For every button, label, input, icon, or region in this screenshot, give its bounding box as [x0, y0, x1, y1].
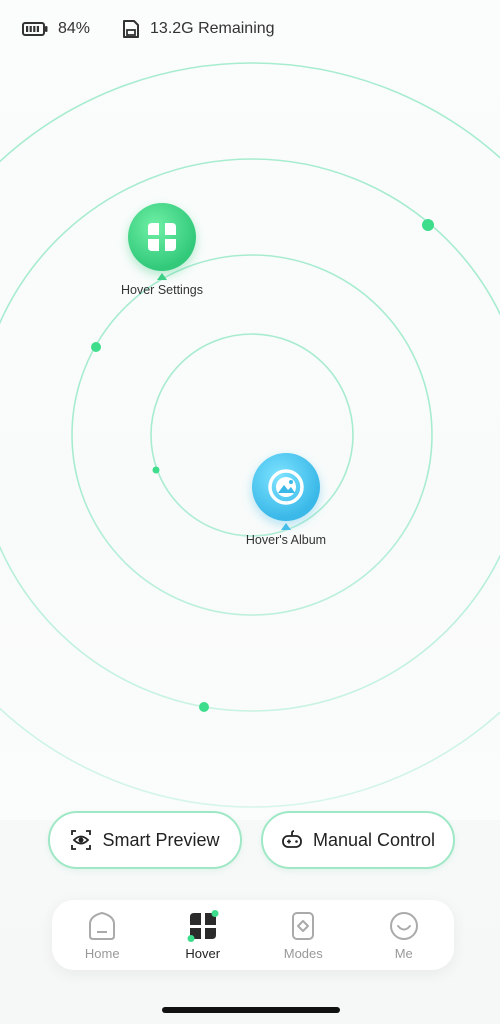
eye-scan-icon: [71, 830, 92, 850]
tab-modes-label: Modes: [283, 945, 323, 961]
manual-control-button[interactable]: Manual Control: [261, 811, 455, 869]
smart-preview-label: Smart Preview: [102, 829, 220, 850]
radar-dot: [422, 219, 434, 231]
hover-settings-badge[interactable]: [128, 203, 196, 271]
me-icon: [389, 911, 418, 940]
tab-hover-label: Hover: [185, 945, 221, 961]
hover-album-node[interactable]: Hover's Album: [228, 453, 344, 547]
radar-dot: [91, 342, 101, 352]
hover-settings-label: Hover Settings: [121, 283, 203, 297]
album-icon: [268, 469, 304, 505]
hover-album-label: Hover's Album: [245, 533, 327, 547]
drone-grid-icon: [148, 223, 176, 251]
hover-album-pointer: [281, 523, 291, 530]
tab-me[interactable]: Me: [364, 910, 444, 961]
hover-album-badge[interactable]: [252, 453, 320, 521]
hover-settings-pointer: [157, 273, 167, 280]
tab-me-label: Me: [394, 945, 413, 961]
radar-dot: [199, 702, 209, 712]
hover-icon: [187, 909, 219, 942]
tab-modes[interactable]: Modes: [263, 910, 343, 961]
tab-home-label: Home: [84, 945, 120, 961]
radar-dot: [152, 466, 160, 474]
hover-settings-node[interactable]: Hover Settings: [104, 203, 220, 297]
tab-home[interactable]: Home: [62, 910, 142, 961]
home-icon: [89, 911, 116, 940]
smart-preview-button[interactable]: Smart Preview: [48, 811, 242, 869]
modes-icon: [292, 911, 315, 940]
manual-control-label: Manual Control: [312, 829, 436, 850]
gamepad-icon: [282, 830, 302, 848]
radar-rings: [0, 62, 500, 820]
home-indicator[interactable]: [162, 1007, 340, 1013]
tab-bar: Home Hover Modes Me: [52, 900, 454, 970]
tab-hover[interactable]: Hover: [163, 909, 243, 961]
